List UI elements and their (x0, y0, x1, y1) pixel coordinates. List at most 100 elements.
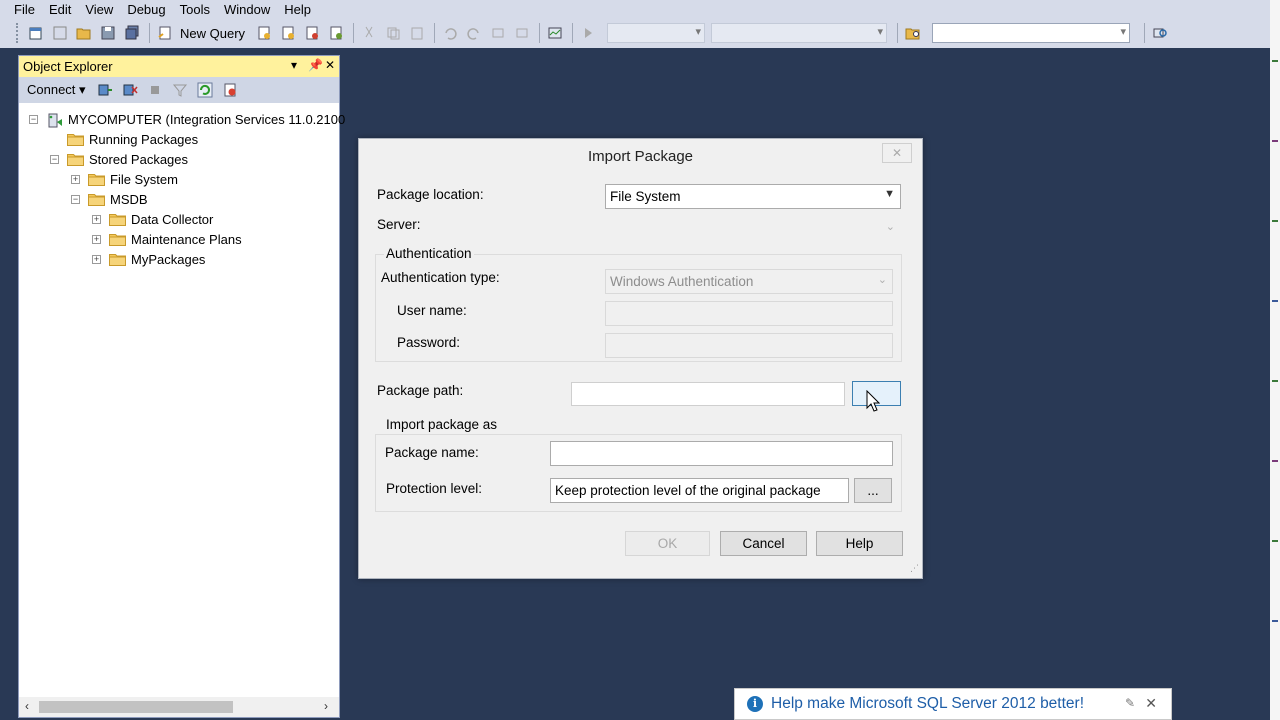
undo-icon[interactable] (439, 22, 461, 44)
package-location-label: Package location: (377, 187, 484, 202)
password-label: Password: (397, 335, 461, 350)
tree-node[interactable]: − Stored Packages (50, 149, 188, 169)
collapse-icon[interactable]: − (50, 154, 59, 164)
close-icon[interactable]: ✕ (325, 58, 335, 72)
tree-node[interactable]: + File System (71, 169, 178, 189)
menu-help[interactable]: Help (284, 2, 311, 17)
tree-node-label: File System (110, 171, 178, 187)
expand-icon[interactable]: + (92, 214, 101, 224)
server-select[interactable]: ⌄ (605, 216, 901, 240)
find-in-files-icon[interactable] (902, 22, 924, 44)
save-all-icon[interactable] (121, 22, 143, 44)
mouse-cursor-icon (866, 390, 880, 412)
tree-node-label: Maintenance Plans (131, 231, 242, 247)
folder-icon (88, 173, 105, 186)
collapse-icon[interactable]: − (71, 194, 80, 204)
disconnect-icon[interactable] (121, 81, 139, 99)
cancel-button[interactable]: Cancel (720, 531, 807, 556)
activity-icon[interactable] (221, 81, 239, 99)
dialog-title: Import Package (587, 148, 694, 165)
chevron-down-icon: ⌄ (885, 221, 895, 233)
package-location-select[interactable]: File System ▼ (605, 184, 901, 209)
save-icon[interactable] (97, 22, 119, 44)
query-icon-1[interactable] (253, 22, 275, 44)
package-name-input[interactable] (550, 441, 893, 466)
tree-node-label: MyPackages (131, 251, 206, 267)
dialog-close-icon[interactable]: ✕ (882, 143, 912, 163)
close-icon[interactable]: ✕ (1145, 695, 1157, 712)
server-icon (46, 113, 63, 127)
protection-level-field[interactable]: Keep protection level of the original pa… (550, 478, 849, 503)
protection-level-button[interactable]: ... (854, 478, 892, 503)
new-query-button[interactable]: New Query (180, 26, 245, 41)
scroll-left-icon[interactable]: ‹ (25, 699, 29, 713)
paste-icon[interactable] (406, 22, 428, 44)
expand-icon[interactable]: + (92, 234, 101, 244)
connect-icon[interactable] (96, 81, 114, 99)
solution-configurations-combo[interactable] (607, 23, 706, 43)
collapse-icon[interactable]: − (29, 114, 38, 124)
tree-node[interactable]: − MSDB (71, 189, 148, 209)
menu-bar: File Edit View Debug Tools Window Help (0, 0, 1270, 18)
query-icon-4[interactable] (325, 22, 347, 44)
cut-icon[interactable] (358, 22, 380, 44)
username-input[interactable] (605, 301, 893, 326)
menu-file[interactable]: File (14, 2, 35, 17)
scroll-right-icon[interactable]: › (324, 699, 328, 713)
toolbar-options-icon[interactable] (1149, 22, 1171, 44)
query-icon-3[interactable] (301, 22, 323, 44)
username-label: User name: (397, 303, 467, 318)
redo-icon[interactable] (463, 22, 485, 44)
add-item-icon[interactable] (49, 22, 71, 44)
menu-window[interactable]: Window (224, 2, 270, 17)
feedback-notification[interactable]: i Help make Microsoft SQL Server 2012 be… (734, 688, 1172, 720)
open-file-icon[interactable] (73, 22, 95, 44)
folder-icon (67, 153, 84, 166)
package-path-label: Package path: (377, 383, 464, 398)
expand-icon[interactable]: + (92, 254, 101, 264)
auth-type-select[interactable]: Windows Authentication ⌄ (605, 269, 893, 294)
pin-icon[interactable]: ✎ (1125, 696, 1135, 710)
navigate-forward-icon[interactable] (511, 22, 533, 44)
ok-button[interactable]: OK (625, 531, 710, 556)
new-project-icon[interactable] (25, 22, 47, 44)
tree-node[interactable]: Running Packages (50, 129, 198, 149)
activity-monitor-icon[interactable] (544, 22, 566, 44)
execute-icon[interactable] (577, 22, 599, 44)
menu-tools[interactable]: Tools (180, 2, 210, 17)
package-name-label: Package name: (385, 445, 479, 460)
resize-grip-icon[interactable]: ⋰ (910, 563, 919, 574)
tree-node[interactable]: + Maintenance Plans (92, 229, 242, 249)
menu-edit[interactable]: Edit (49, 2, 71, 17)
query-icon-2[interactable] (277, 22, 299, 44)
toolbar-grip[interactable] (16, 23, 19, 43)
folder-icon (109, 253, 126, 266)
menu-debug[interactable]: Debug (127, 2, 165, 17)
window-position-icon[interactable]: ▾ (291, 58, 297, 72)
horizontal-scrollbar[interactable]: ‹ › (19, 697, 339, 717)
filter-icon[interactable] (171, 81, 189, 99)
pin-icon[interactable]: 📌 (308, 58, 323, 72)
import-package-dialog: Import Package ✕ Package location: File … (358, 138, 923, 579)
password-input[interactable] (605, 333, 893, 358)
expand-icon[interactable]: + (71, 174, 80, 184)
tree-node[interactable]: + MyPackages (92, 249, 205, 269)
copy-icon[interactable] (382, 22, 404, 44)
object-explorer-panel: Object Explorer ▾ 📌 ✕ Connect ▾ − MYCOMPU… (18, 55, 345, 718)
find-combo[interactable] (932, 23, 1131, 43)
menu-view[interactable]: View (85, 2, 113, 17)
standard-toolbar: New Query (0, 18, 1270, 48)
solution-platforms-combo[interactable] (711, 23, 888, 43)
object-explorer-tree: − MYCOMPUTER (Integration Services 11.0.2… (19, 103, 345, 267)
help-button[interactable]: Help (816, 531, 903, 556)
new-query-icon[interactable] (154, 22, 176, 44)
tree-node[interactable]: + Data Collector (92, 209, 213, 229)
tree-node[interactable]: − MYCOMPUTER (Integration Services 11.0.2… (29, 109, 345, 129)
refresh-icon[interactable] (196, 81, 214, 99)
navigate-icon[interactable] (487, 22, 509, 44)
package-path-input[interactable] (571, 382, 845, 406)
stop-icon[interactable] (146, 81, 164, 99)
notification-text[interactable]: Help make Microsoft SQL Server 2012 bett… (771, 695, 1084, 713)
connect-button[interactable]: Connect ▾ (27, 82, 86, 98)
scroll-thumb[interactable] (39, 701, 233, 713)
